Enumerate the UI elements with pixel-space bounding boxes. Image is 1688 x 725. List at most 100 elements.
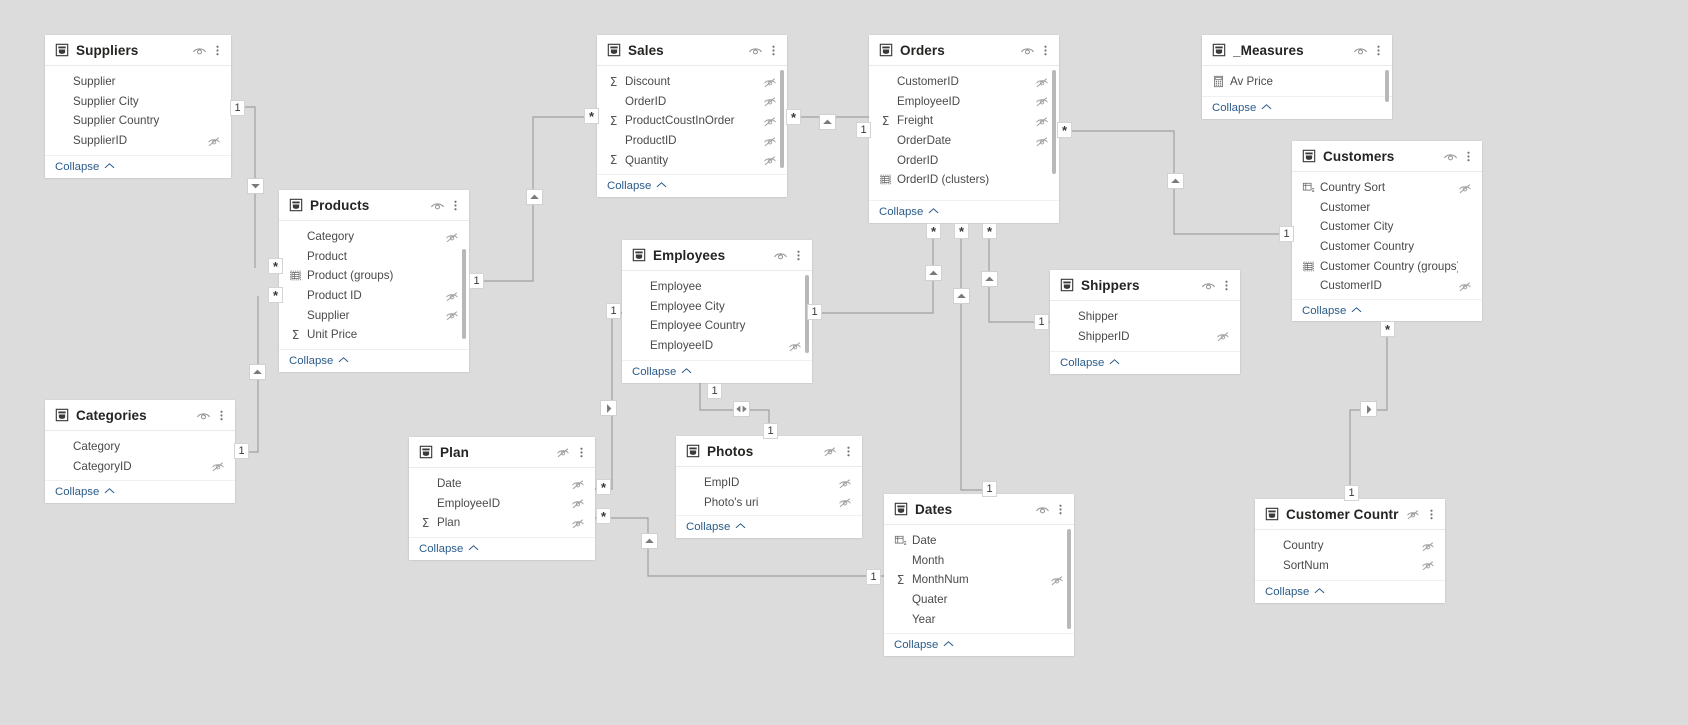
field-row[interactable]: CustomerID (1292, 276, 1482, 296)
field-row[interactable]: Σ Plan (409, 513, 595, 533)
field-row[interactable]: Customer Country (1292, 237, 1482, 257)
field-row[interactable]: SortNum (1255, 556, 1445, 576)
table-card-categories[interactable]: Categories Category CategoryID Collapse (45, 400, 235, 503)
field-row[interactable]: Customer City (1292, 217, 1482, 237)
table-header-sales[interactable]: Sales (597, 35, 787, 66)
table-header-employees[interactable]: Employees (622, 240, 812, 271)
cardinality-badge[interactable]: * (268, 287, 283, 303)
cardinality-badge[interactable]: 1 (230, 100, 245, 116)
cardinality-badge[interactable]: 1 (606, 303, 621, 319)
table-card-sales[interactable]: Sales Σ Discount OrderID Σ ProductCoustInO… (597, 35, 787, 197)
hide-in-report-view-icon[interactable] (430, 198, 445, 213)
cross-filter-direction-marker[interactable] (819, 114, 836, 130)
field-row[interactable]: Supplier (45, 72, 231, 92)
more-options-icon[interactable] (450, 198, 461, 213)
field-row[interactable]: Supplier Country (45, 111, 231, 131)
more-options-icon[interactable] (1055, 502, 1066, 517)
table-header-customers[interactable]: Customers (1292, 141, 1482, 172)
field-row[interactable]: Product (groups) (279, 266, 469, 286)
cross-filter-direction-marker[interactable] (953, 288, 970, 304)
field-row[interactable]: Category (279, 227, 469, 247)
field-row[interactable]: Category (45, 437, 235, 457)
hide-in-report-view-icon[interactable] (1035, 502, 1050, 517)
more-options-icon[interactable] (1426, 507, 1437, 522)
cardinality-badge[interactable]: * (584, 108, 599, 124)
table-header-dates[interactable]: Dates (884, 494, 1074, 525)
cardinality-badge[interactable]: * (786, 109, 801, 125)
hide-in-report-view-icon[interactable] (1406, 507, 1421, 522)
cross-filter-direction-marker[interactable] (1360, 401, 1377, 417)
cardinality-badge[interactable]: * (1057, 122, 1072, 138)
field-row[interactable]: ProductID (597, 131, 787, 151)
field-row[interactable]: Employee Country (622, 316, 812, 336)
table-header-products[interactable]: Products (279, 190, 469, 221)
table-header-customer-country-sort[interactable]: Customer Country Sort (1255, 499, 1445, 530)
field-row[interactable]: Supplier City (45, 92, 231, 112)
collapse-button[interactable]: Collapse (894, 639, 954, 651)
table-card-photos[interactable]: Photos EmpID Photo's uri Collapse (676, 436, 862, 538)
more-options-icon[interactable] (793, 248, 804, 263)
cross-filter-direction-marker[interactable] (247, 178, 264, 194)
table-header-orders[interactable]: Orders (869, 35, 1059, 66)
field-row[interactable]: Σ Unit Price (279, 325, 469, 345)
cardinality-badge[interactable]: 1 (1034, 314, 1049, 330)
table-card-dates[interactable]: Dates Date Month Σ MonthNum Quater Year Colla… (884, 494, 1074, 656)
field-row[interactable]: CategoryID (45, 457, 235, 477)
cardinality-badge[interactable]: * (926, 223, 941, 239)
table-card-suppliers[interactable]: Suppliers Supplier Supplier City Supplier … (45, 35, 231, 178)
hide-in-report-view-icon[interactable] (1020, 43, 1035, 58)
cardinality-badge[interactable]: 1 (856, 122, 871, 138)
field-row[interactable]: OrderDate (869, 131, 1059, 151)
collapse-button[interactable]: Collapse (686, 521, 746, 533)
collapse-button[interactable]: Collapse (55, 161, 115, 173)
cardinality-badge[interactable]: * (982, 223, 997, 239)
cardinality-badge[interactable]: 1 (1344, 485, 1359, 501)
collapse-button[interactable]: Collapse (1060, 357, 1120, 369)
field-row[interactable]: Month (884, 551, 1074, 571)
field-row[interactable]: Product (279, 247, 469, 267)
hide-in-report-view-icon[interactable] (196, 408, 211, 423)
collapse-button[interactable]: Collapse (632, 366, 692, 378)
more-options-icon[interactable] (843, 444, 854, 459)
table-card-customer-country-sort[interactable]: Customer Country Sort Country SortNum Co… (1255, 499, 1445, 603)
hide-in-report-view-icon[interactable] (1353, 43, 1368, 58)
field-row[interactable]: OrderID (869, 150, 1059, 170)
field-row[interactable]: OrderID (597, 92, 787, 112)
field-row[interactable]: Product ID (279, 286, 469, 306)
field-row[interactable]: OrderID (clusters) (869, 170, 1059, 190)
hide-in-report-view-icon[interactable] (1201, 278, 1216, 293)
field-row[interactable]: Σ Quantity (597, 150, 787, 170)
cardinality-badge[interactable]: 1 (1279, 226, 1294, 242)
table-header-measures[interactable]: _Measures (1202, 35, 1392, 66)
table-header-shippers[interactable]: Shippers (1050, 270, 1240, 301)
field-row[interactable]: Country (1255, 536, 1445, 556)
field-row[interactable]: Σ Freight (869, 111, 1059, 131)
cardinality-badge[interactable]: 1 (807, 304, 822, 320)
cardinality-badge[interactable]: * (596, 508, 611, 524)
cross-filter-direction-marker[interactable] (600, 400, 617, 416)
more-options-icon[interactable] (1040, 43, 1051, 58)
cardinality-badge[interactable]: 1 (866, 569, 881, 585)
field-row[interactable]: Customer Country (groups) (1292, 256, 1482, 276)
more-options-icon[interactable] (1463, 149, 1474, 164)
field-row[interactable]: Av Price (1202, 72, 1392, 92)
more-options-icon[interactable] (1373, 43, 1384, 58)
field-row[interactable]: Country Sort (1292, 178, 1482, 198)
table-header-photos[interactable]: Photos (676, 436, 862, 467)
field-row[interactable]: Year (884, 609, 1074, 629)
field-row[interactable]: Date (884, 531, 1074, 551)
cross-filter-direction-marker[interactable] (733, 401, 750, 417)
field-row[interactable]: ShipperID (1050, 327, 1240, 347)
cardinality-badge[interactable]: 1 (707, 383, 722, 399)
hide-in-report-view-icon[interactable] (192, 43, 207, 58)
hide-in-report-view-icon[interactable] (823, 444, 838, 459)
more-options-icon[interactable] (768, 43, 779, 58)
field-row[interactable]: EmployeeID (409, 494, 595, 514)
collapse-button[interactable]: Collapse (419, 543, 479, 555)
field-row[interactable]: Employee City (622, 297, 812, 317)
field-list-scrollbar[interactable] (1385, 70, 1389, 102)
cross-filter-direction-marker[interactable] (641, 533, 658, 549)
hide-in-report-view-icon[interactable] (556, 445, 571, 460)
field-list-scrollbar[interactable] (462, 249, 466, 339)
table-card-plan[interactable]: Plan Date EmployeeID Σ Plan Collapse (409, 437, 595, 560)
